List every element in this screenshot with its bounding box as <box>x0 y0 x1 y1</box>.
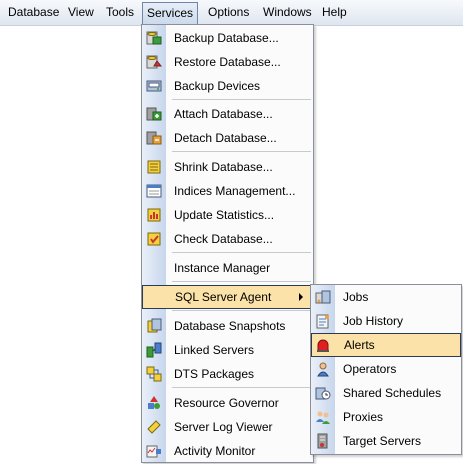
menu-item-alerts[interactable]: Alerts <box>311 333 461 357</box>
menu-separator <box>172 252 311 253</box>
menu-item-label: Check Database... <box>174 232 273 246</box>
menu-item-label: Indices Management... <box>174 184 296 198</box>
menu-item-update-statistics[interactable]: Update Statistics... <box>142 203 313 227</box>
submenu-arrow-icon <box>299 293 303 301</box>
menu-separator <box>172 310 311 311</box>
menu-services-label: Services <box>147 6 194 20</box>
jobs-icon <box>315 290 331 304</box>
menu-item-label: Detach Database... <box>174 131 277 145</box>
menu-item-job-history[interactable]: Job History <box>311 309 461 333</box>
target-servers-icon <box>317 433 328 449</box>
detach-database-icon <box>146 131 162 145</box>
menu-item-label: Instance Manager <box>174 261 271 275</box>
menu-database[interactable]: Database <box>4 4 63 21</box>
menu-item-label: Backup Database... <box>174 31 279 45</box>
menu-view-label: View <box>68 5 94 19</box>
proxies-icon <box>316 411 330 424</box>
menu-view[interactable]: View <box>64 4 98 21</box>
menu-services[interactable]: Services <box>142 2 199 26</box>
menu-item-detach-database[interactable]: Detach Database... <box>142 126 313 150</box>
linked-servers-icon <box>146 342 162 358</box>
dts-packages-icon <box>146 366 162 382</box>
menu-item-label: Alerts <box>344 338 375 352</box>
backup-database-icon <box>146 31 162 45</box>
menu-item-proxies[interactable]: Proxies <box>311 405 461 429</box>
activity-monitor-icon <box>146 445 161 458</box>
alerts-icon <box>317 339 329 352</box>
server-log-viewer-icon <box>147 420 161 434</box>
menu-item-jobs[interactable]: Jobs <box>311 285 461 309</box>
menu-item-label: Restore Database... <box>174 55 281 69</box>
shared-schedules-icon <box>315 387 331 400</box>
shrink-database-icon <box>147 160 161 174</box>
backup-devices-icon <box>146 80 162 92</box>
menu-item-label: Server Log Viewer <box>174 420 273 434</box>
menu-help-label: Help <box>322 5 347 19</box>
menu-item-attach-database[interactable]: Attach Database... <box>142 102 313 126</box>
menu-separator <box>172 281 311 282</box>
menu-item-label: Linked Servers <box>174 343 255 357</box>
menu-item-label: Shared Schedules <box>343 386 442 400</box>
menu-separator <box>172 387 311 388</box>
menu-options-label: Options <box>208 5 250 19</box>
menu-item-label: SQL Server Agent <box>175 290 272 304</box>
job-history-icon <box>316 314 329 329</box>
menu-item-label: DTS Packages <box>174 367 255 381</box>
menu-item-shared-schedules[interactable]: Shared Schedules <box>311 381 461 405</box>
menu-tools[interactable]: Tools <box>102 4 138 21</box>
menu-item-restore-database[interactable]: Restore Database... <box>142 50 313 74</box>
menu-item-database-snapshots[interactable]: Database Snapshots <box>142 314 313 338</box>
resource-governor-icon <box>148 396 160 409</box>
menu-item-label: Job History <box>343 314 404 328</box>
menu-item-label: Attach Database... <box>174 107 273 121</box>
update-statistics-icon <box>147 208 161 222</box>
menu-windows-label: Windows <box>263 5 312 19</box>
menu-item-label: Jobs <box>343 290 369 304</box>
menu-database-label: Database <box>8 5 60 19</box>
menu-item-shrink-database[interactable]: Shrink Database... <box>142 155 313 179</box>
menu-item-label: Update Statistics... <box>174 208 275 222</box>
menu-item-resource-governor[interactable]: Resource Governor <box>142 391 313 415</box>
menu-item-label: Proxies <box>343 410 384 424</box>
menu-item-label: Operators <box>343 362 397 376</box>
menu-item-label: Shrink Database... <box>174 160 273 174</box>
menu-item-instance-manager[interactable]: Instance Manager <box>142 256 313 280</box>
menu-item-sql-server-agent[interactable]: SQL Server Agent <box>142 285 313 309</box>
menu-windows[interactable]: Windows <box>259 4 316 21</box>
menu-item-dts-packages[interactable]: DTS Packages <box>142 362 313 386</box>
menu-item-linked-servers[interactable]: Linked Servers <box>142 338 313 362</box>
menu-item-indices-management[interactable]: Indices Management... <box>142 179 313 203</box>
menu-item-label: Target Servers <box>343 434 422 448</box>
menu-options[interactable]: Options <box>204 4 253 21</box>
menu-item-check-database[interactable]: Check Database... <box>142 227 313 251</box>
menu-help[interactable]: Help <box>318 4 351 21</box>
database-snapshots-icon <box>147 318 162 333</box>
indices-management-icon <box>146 184 162 198</box>
operators-icon <box>317 362 329 377</box>
sql-server-agent-submenu: Jobs Job History Alerts Operators Shared… <box>310 284 462 455</box>
menu-item-label: Resource Governor <box>174 396 279 410</box>
menu-separator <box>172 99 311 100</box>
menu-item-target-servers[interactable]: Target Servers <box>311 429 461 453</box>
menu-item-backup-devices[interactable]: Backup Devices <box>142 74 313 98</box>
restore-database-icon <box>146 55 162 69</box>
menu-item-backup-database[interactable]: Backup Database... <box>142 26 313 50</box>
menu-item-label: Database Snapshots <box>174 319 286 333</box>
menu-item-server-log-viewer[interactable]: Server Log Viewer <box>142 415 313 439</box>
services-menu: Backup Database... Restore Database... B… <box>141 24 314 463</box>
menu-bar: Database View Tools Services Options Win… <box>0 0 463 26</box>
menu-item-operators[interactable]: Operators <box>311 357 461 381</box>
menu-item-label: Backup Devices <box>174 79 261 93</box>
attach-database-icon <box>146 107 162 121</box>
menu-item-activity-monitor[interactable]: Activity Monitor <box>142 439 313 463</box>
check-database-icon <box>147 232 161 246</box>
menu-tools-label: Tools <box>106 5 135 19</box>
menu-separator <box>172 151 311 152</box>
menu-item-label: Activity Monitor <box>174 444 256 458</box>
